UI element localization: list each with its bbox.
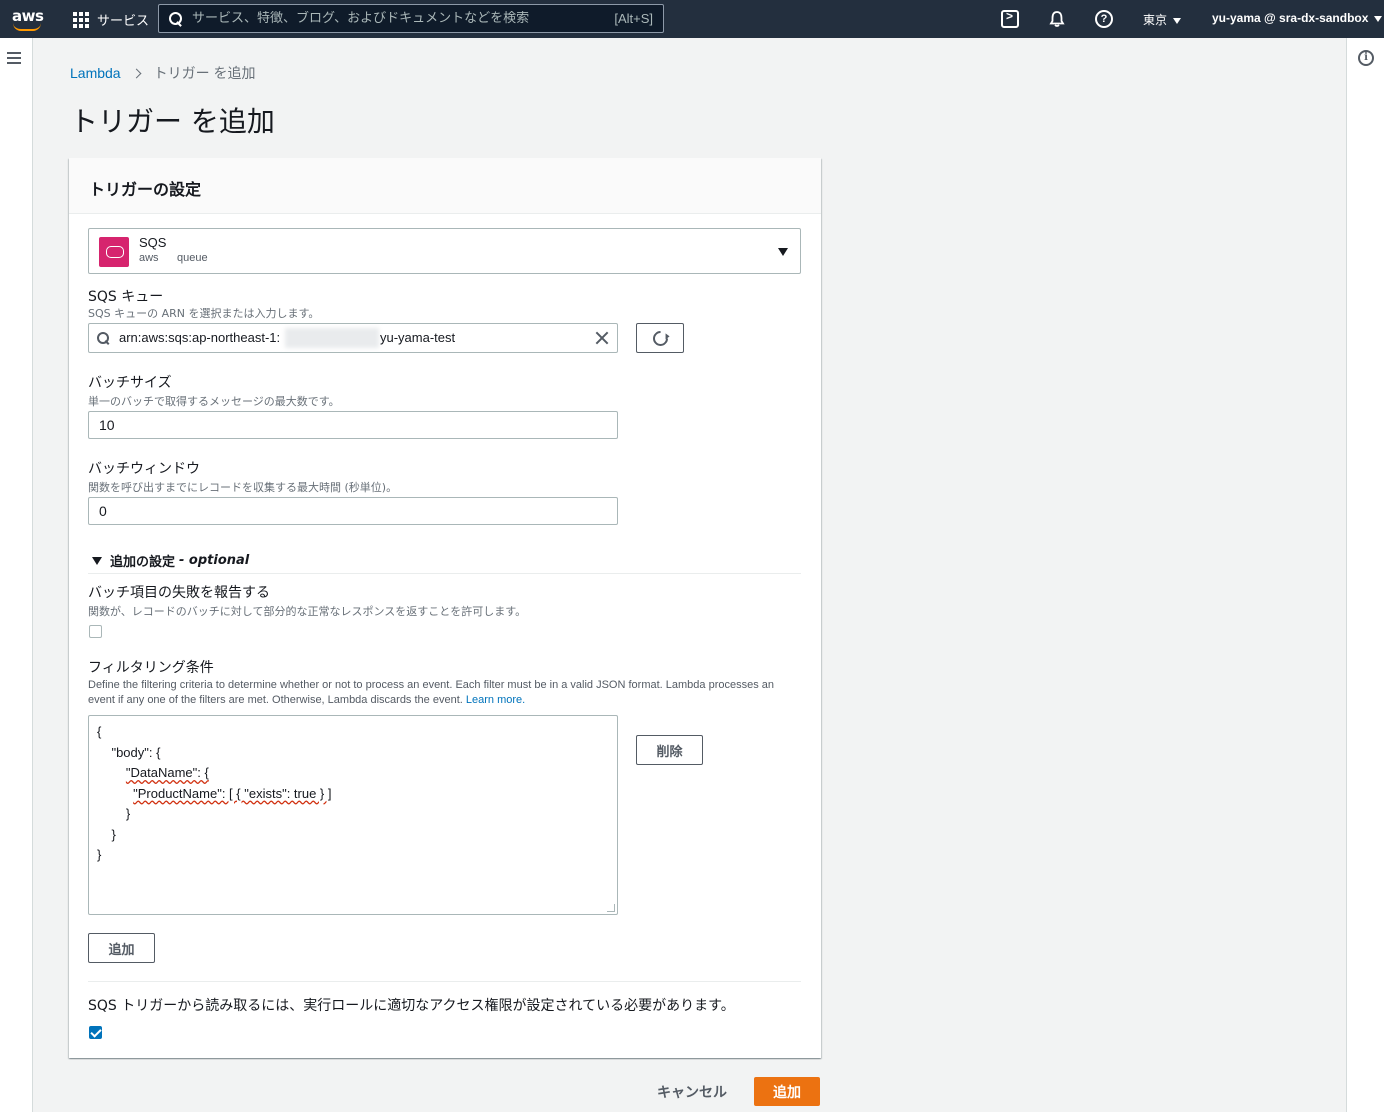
top-navigation: aws サービス [Alt+S] ? 東京 yu-yama @ sra-dx-s…	[0, 0, 1384, 38]
code-line: }	[97, 847, 102, 862]
redacted-account-id	[285, 328, 379, 348]
account-label: yu-yama @ sra-dx-sandbox	[1212, 11, 1369, 25]
optional-label: - optional	[179, 553, 250, 568]
add-trigger-button[interactable]: 追加	[754, 1077, 820, 1106]
arn-suffix-text: yu-yama-test	[380, 330, 456, 345]
code-line: {	[97, 724, 102, 739]
filter-description: Define the filtering criteria to determi…	[88, 678, 798, 708]
region-selector[interactable]: 東京	[1143, 11, 1182, 28]
filter-description-text: Define the filtering criteria to determi…	[88, 679, 775, 706]
chevron-right-icon	[131, 68, 142, 78]
left-rail	[0, 38, 33, 1112]
source-name: SQS	[139, 235, 167, 250]
divider	[88, 981, 801, 982]
batch-window-field[interactable]	[88, 497, 618, 525]
add-filter-button[interactable]: 追加	[88, 933, 155, 963]
trigger-config-panel: トリガーの設定 SQS aws queue SQS キュー SQS キューの A…	[69, 158, 821, 1058]
search-shortcut-hint: [Alt+S]	[614, 11, 653, 26]
code-line: "DataName": {	[125, 765, 209, 780]
right-rail: i	[1346, 38, 1384, 1112]
report-failures-checkbox[interactable]	[89, 625, 102, 638]
filter-code: { "body": { "DataName": { "ProductName":…	[97, 722, 332, 866]
refresh-queues-button[interactable]	[636, 323, 684, 353]
cancel-button[interactable]: キャンセル	[648, 1078, 736, 1106]
batch-size-label: バッチサイズ	[88, 375, 172, 391]
permission-checkbox[interactable]	[89, 1026, 102, 1039]
bell-icon[interactable]	[1048, 10, 1066, 28]
caret-down-icon	[778, 248, 788, 256]
report-failures-label: バッチ項目の失敗を報告する	[88, 585, 270, 601]
divider	[88, 573, 801, 574]
breadcrumb-current: トリガー を追加	[153, 65, 256, 81]
grid-icon	[73, 11, 89, 28]
menu-icon[interactable]	[7, 52, 21, 64]
resize-handle-icon[interactable]	[607, 904, 615, 912]
sqs-icon	[99, 237, 129, 267]
batch-size-field[interactable]	[88, 411, 618, 439]
learn-more-link[interactable]: Learn more.	[466, 694, 525, 706]
aws-logo[interactable]: aws	[10, 6, 46, 32]
permission-note: SQS トリガーから読み取るには、実行ロールに適切なアクセス権限が設定されている…	[88, 998, 735, 1014]
region-label: 東京	[1143, 13, 1168, 27]
filter-label: フィルタリング条件	[88, 660, 214, 676]
panel-title: トリガーの設定	[89, 180, 202, 199]
breadcrumb-lambda-link[interactable]: Lambda	[70, 65, 121, 81]
services-label: サービス	[97, 13, 150, 28]
page-title: トリガー を追加	[70, 105, 275, 138]
sqs-queue-input[interactable]: arn:aws:sqs:ap-northeast-1: yu-yama-test	[88, 323, 618, 353]
refresh-icon	[649, 327, 672, 350]
additional-settings-title: 追加の設定	[110, 555, 176, 570]
batch-window-label: バッチウィンドウ	[88, 461, 200, 477]
arn-prefix-text: arn:aws:sqs:ap-northeast-1:	[119, 330, 281, 345]
global-search[interactable]: [Alt+S]	[158, 4, 664, 33]
services-menu-button[interactable]: サービス	[73, 10, 149, 29]
filter-pattern-textarea[interactable]: { "body": { "DataName": { "ProductName":…	[88, 715, 618, 915]
panel-header: トリガーの設定	[69, 158, 821, 214]
source-tag: aws	[139, 252, 159, 264]
code-line: "body": {	[111, 744, 161, 760]
batch-size-input[interactable]	[89, 412, 617, 438]
batch-window-description: 関数を呼び出すまでにレコードを収集する最大時間 (秒単位)。	[88, 481, 398, 494]
source-tag: queue	[177, 252, 208, 264]
code-line: "ProductName": [ { "exists": true } ]	[133, 785, 332, 801]
delete-filter-button[interactable]: 削除	[636, 735, 703, 765]
trigger-source-select[interactable]: SQS aws queue	[88, 228, 801, 274]
caret-down-icon	[1374, 15, 1383, 22]
batch-size-description: 単一のバッチで取得するメッセージの最大数です。	[88, 395, 340, 408]
caret-down-icon	[1173, 17, 1182, 24]
code-line: }	[125, 806, 131, 821]
sqs-queue-label: SQS キュー	[88, 289, 164, 305]
account-menu[interactable]: yu-yama @ sra-dx-sandbox	[1212, 11, 1383, 25]
sqs-queue-description: SQS キューの ARN を選択または入力します。	[88, 307, 320, 320]
info-icon[interactable]: i	[1358, 50, 1374, 66]
batch-window-input[interactable]	[89, 498, 617, 524]
cloudshell-icon[interactable]	[1001, 9, 1019, 28]
additional-settings-toggle[interactable]: 追加の設定 - optional	[92, 551, 249, 570]
caret-down-icon	[92, 556, 102, 565]
clear-icon[interactable]	[595, 331, 609, 345]
search-icon	[169, 11, 183, 26]
aws-smile-icon	[13, 23, 41, 31]
breadcrumb: Lambda トリガー を追加	[70, 63, 255, 83]
global-search-input[interactable]	[192, 11, 615, 26]
search-icon	[97, 332, 110, 345]
report-failures-description: 関数が、レコードのバッチに対して部分的な正常なレスポンスを返すことを許可します。	[88, 605, 527, 618]
help-icon[interactable]: ?	[1095, 10, 1113, 28]
code-line: }	[111, 826, 116, 842]
